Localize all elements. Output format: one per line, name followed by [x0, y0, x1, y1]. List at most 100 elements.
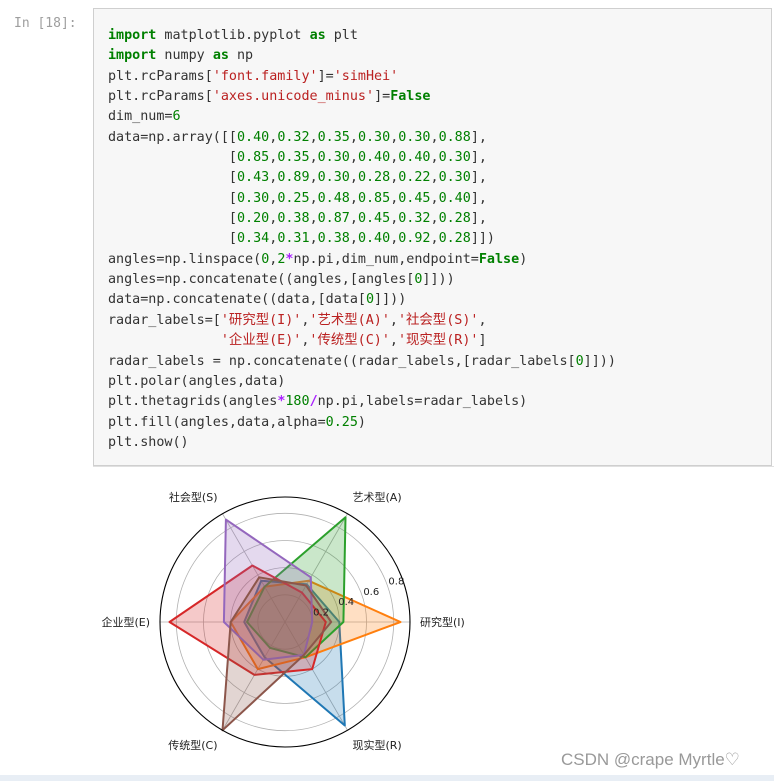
code-token: 0.30 — [438, 170, 471, 186]
code-token: angles=np.concatenate((angles,[angles[ — [108, 272, 415, 288]
code-token: 0.22 — [398, 170, 431, 186]
code-token: ]])) — [583, 353, 616, 369]
code-token: 0.32 — [398, 211, 431, 227]
code-token: , — [430, 231, 439, 247]
code-token: , — [430, 190, 439, 206]
code-token: False — [478, 251, 520, 267]
code-token: '传统型(C)' — [309, 333, 390, 349]
code-token: 0.45 — [357, 211, 391, 227]
code-token: ]= — [317, 68, 334, 84]
category-label: 现实型(R) — [353, 738, 402, 752]
code-line: plt.rcParams['font.family']='simHei' — [108, 67, 616, 87]
code-token: 0.38 — [277, 211, 310, 227]
code-token: '企业型(E)' — [220, 333, 302, 349]
radial-tick-label: 0.6 — [363, 587, 379, 598]
code-token: plt.rcParams[ — [108, 68, 213, 84]
code-line: plt.show() — [108, 433, 616, 453]
radial-tick-label: 0.8 — [388, 576, 404, 587]
code-token: ]])) — [422, 272, 455, 288]
code-token: ], — [470, 211, 487, 227]
category-label: 研究型(I) — [420, 615, 465, 629]
code-line: radar_labels = np.concatenate((radar_lab… — [108, 352, 616, 372]
code-line: plt.rcParams['axes.unicode_minus']=False — [108, 87, 616, 107]
code-token: 0.30 — [438, 150, 471, 166]
code-token: as — [212, 48, 229, 64]
code-token: 0.40 — [357, 150, 391, 166]
code-token: np — [228, 48, 254, 64]
code-token: [ — [108, 231, 237, 247]
code-token: 0.30 — [357, 129, 391, 145]
code-token: , — [430, 129, 439, 145]
code-token: 0.28 — [438, 211, 471, 227]
code-token: ]])) — [374, 292, 407, 308]
code-token: 0.45 — [398, 190, 431, 206]
code-line: plt.thetagrids(angles*180/np.pi,labels=r… — [108, 392, 616, 412]
code-token: 0.35 — [317, 129, 350, 145]
code-token: , — [430, 211, 439, 227]
code-token: [ — [108, 190, 237, 206]
code-token: radar_labels = np.concatenate((radar_lab… — [108, 353, 576, 369]
code-line: import matplotlib.pyplot as plt — [108, 26, 616, 46]
code-token: / — [309, 394, 318, 410]
code-token: numpy — [156, 48, 213, 64]
category-label: 企业型(E) — [101, 615, 150, 629]
code-token: , — [349, 170, 358, 186]
code-token: as — [309, 28, 326, 43]
code-cell[interactable]: import matplotlib.pyplot as plt import nu… — [93, 8, 772, 466]
code-token: , — [389, 312, 398, 328]
radar-chart: 0.2 0.4 0.6 0.8 研究型(I) 艺术型(A) 社会型(S) 企业型(E) 传统型(… — [101, 490, 465, 752]
code-token: ], — [470, 170, 487, 186]
code-token: plt — [325, 28, 358, 43]
code-token: '艺术型(A)' — [309, 312, 390, 328]
code-line: [0.85,0.35,0.30,0.40,0.40,0.30], — [108, 148, 616, 168]
code-token: 0 — [575, 353, 584, 369]
code-token: 0.38 — [317, 231, 350, 247]
code-token: 0.85 — [237, 150, 270, 166]
watermark: CSDN @crape Myrtle♡ — [561, 750, 740, 769]
code-token: , — [309, 190, 318, 206]
code-token: matplotlib.pyplot — [156, 28, 310, 43]
code-token: 0.25 — [325, 414, 358, 430]
code-token: dim_num= — [108, 109, 173, 125]
code-token: 0.40 — [357, 231, 391, 247]
code-token: , — [349, 150, 358, 166]
code-token: 0.40 — [237, 129, 270, 145]
code-token: , — [389, 333, 398, 349]
code-token: import — [108, 48, 157, 64]
code-token: 0 — [365, 292, 375, 308]
code-token: '现实型(R)' — [397, 333, 479, 349]
code-token: 0.87 — [317, 211, 350, 227]
code-token: 0.31 — [277, 231, 310, 247]
code-token: 0.40 — [438, 190, 471, 206]
code-line: [0.30,0.25,0.48,0.85,0.45,0.40], — [108, 189, 616, 209]
code-token: ], — [470, 129, 487, 145]
code-token: 0.30 — [317, 150, 350, 166]
code-line: '企业型(E)','传统型(C)','现实型(R)'] — [108, 331, 616, 351]
code-token: angles=np.linspace( — [108, 251, 262, 267]
code-token: , — [349, 211, 358, 227]
bottom-bar — [0, 775, 774, 781]
code-token: 0.30 — [398, 129, 431, 145]
code-token: , — [309, 231, 318, 247]
output-divider — [93, 466, 774, 467]
code-token: ) — [357, 414, 366, 430]
code-editor[interactable]: import matplotlib.pyplot as plt import nu… — [108, 26, 616, 453]
category-label: 社会型(S) — [169, 490, 218, 504]
code-token: '研究型(I)' — [220, 312, 302, 328]
code-token: [ — [108, 211, 237, 227]
code-token: ]= — [374, 89, 391, 105]
code-token: 0.34 — [237, 231, 270, 247]
category-label: 艺术型(A) — [353, 490, 402, 504]
code-token: 6 — [172, 109, 181, 125]
code-token: , — [309, 211, 318, 227]
code-token: np.pi,dim_num,endpoint= — [293, 251, 479, 267]
code-token: plt.rcParams[ — [108, 89, 213, 105]
code-token: 0.30 — [317, 170, 350, 186]
code-token: , — [430, 170, 439, 186]
code-token: 0.25 — [277, 190, 310, 206]
code-token: 0.28 — [438, 231, 471, 247]
code-token: 0.20 — [237, 211, 270, 227]
code-token: 0.92 — [398, 231, 431, 247]
code-token: 0.32 — [277, 129, 310, 145]
